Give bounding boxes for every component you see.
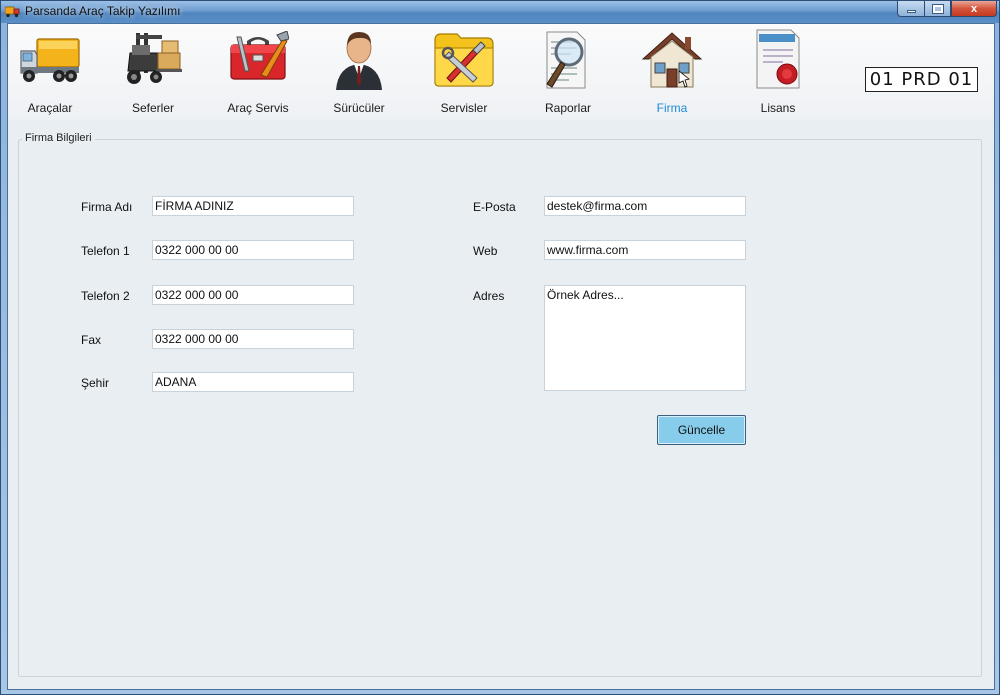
toolbar-label: Raporlar (544, 101, 592, 115)
web-field[interactable] (544, 240, 746, 260)
close-icon: x (970, 2, 978, 15)
sehir-label: Şehir (81, 376, 110, 390)
toolbar-label: Servisler (440, 101, 488, 115)
certificate-icon (747, 28, 809, 90)
adres-field[interactable]: Örnek Adres... (544, 285, 746, 391)
firma-panel: Firma Bilgileri Firma Adı Telefon 1 Tele… (8, 120, 994, 689)
magnifier-report-icon (537, 28, 599, 90)
eposta-field[interactable] (544, 196, 746, 216)
app-truck-icon (4, 4, 21, 18)
group-title: Firma Bilgileri (22, 132, 95, 144)
title-bar[interactable]: Parsanda Araç Takip Yazılımı x (1, 1, 999, 23)
license-code-display: 01 PRD 01 (865, 67, 978, 92)
telefon1-label: Telefon 1 (81, 244, 130, 258)
telefon1-field[interactable] (152, 240, 354, 260)
forklift-icon (122, 28, 184, 90)
toolbar-item-raporlar[interactable]: Raporlar (518, 28, 618, 116)
adres-label: Adres (473, 289, 505, 303)
toolbar-item-firma[interactable]: Firma (622, 28, 722, 116)
toolbar-label: Sürücüler (333, 101, 385, 115)
main-toolbar: Araçalar Seferler Araç Servis Sürücüler … (8, 24, 994, 120)
sehir-field[interactable] (152, 372, 354, 392)
toolbox-icon (227, 28, 289, 90)
fax-field[interactable] (152, 329, 354, 349)
fax-label: Fax (81, 333, 102, 347)
close-button[interactable]: x (951, 1, 997, 17)
tools-icon (433, 28, 495, 90)
web-label: Web (473, 244, 498, 258)
toolbar-item-suruculer[interactable]: Sürücüler (309, 28, 409, 116)
toolbar-item-lisans[interactable]: Lisans (728, 28, 828, 116)
toolbar-item-seferler[interactable]: Seferler (103, 28, 203, 116)
toolbar-label: Araç Servis (227, 101, 289, 115)
firma-adi-label: Firma Adı (81, 200, 133, 214)
eposta-label: E-Posta (473, 200, 516, 214)
minimize-icon (906, 10, 916, 13)
update-button[interactable]: Güncelle (657, 415, 746, 445)
app-window: Parsanda Araç Takip Yazılımı x Araçalar … (0, 0, 1000, 695)
telefon2-label: Telefon 2 (81, 289, 130, 303)
client-area: Araçalar Seferler Araç Servis Sürücüler … (7, 23, 995, 690)
window-title: Parsanda Araç Takip Yazılımı (25, 4, 181, 18)
person-icon (328, 28, 390, 90)
house-icon (641, 28, 703, 90)
toolbar-item-araclar[interactable]: Araçalar (0, 28, 100, 116)
toolbar-item-servisler[interactable]: Servisler (414, 28, 514, 116)
toolbar-label: Araçalar (27, 101, 73, 115)
toolbar-label: Seferler (131, 101, 175, 115)
minimize-button[interactable] (897, 1, 925, 17)
telefon2-field[interactable] (152, 285, 354, 305)
truck-icon (19, 28, 81, 90)
toolbar-label: Firma (656, 101, 688, 115)
firma-adi-field[interactable] (152, 196, 354, 216)
maximize-button[interactable] (924, 1, 951, 17)
toolbar-item-arac-servis[interactable]: Araç Servis (208, 28, 308, 116)
maximize-icon (931, 3, 944, 14)
firma-info-group (18, 139, 982, 677)
toolbar-label: Lisans (760, 101, 796, 115)
